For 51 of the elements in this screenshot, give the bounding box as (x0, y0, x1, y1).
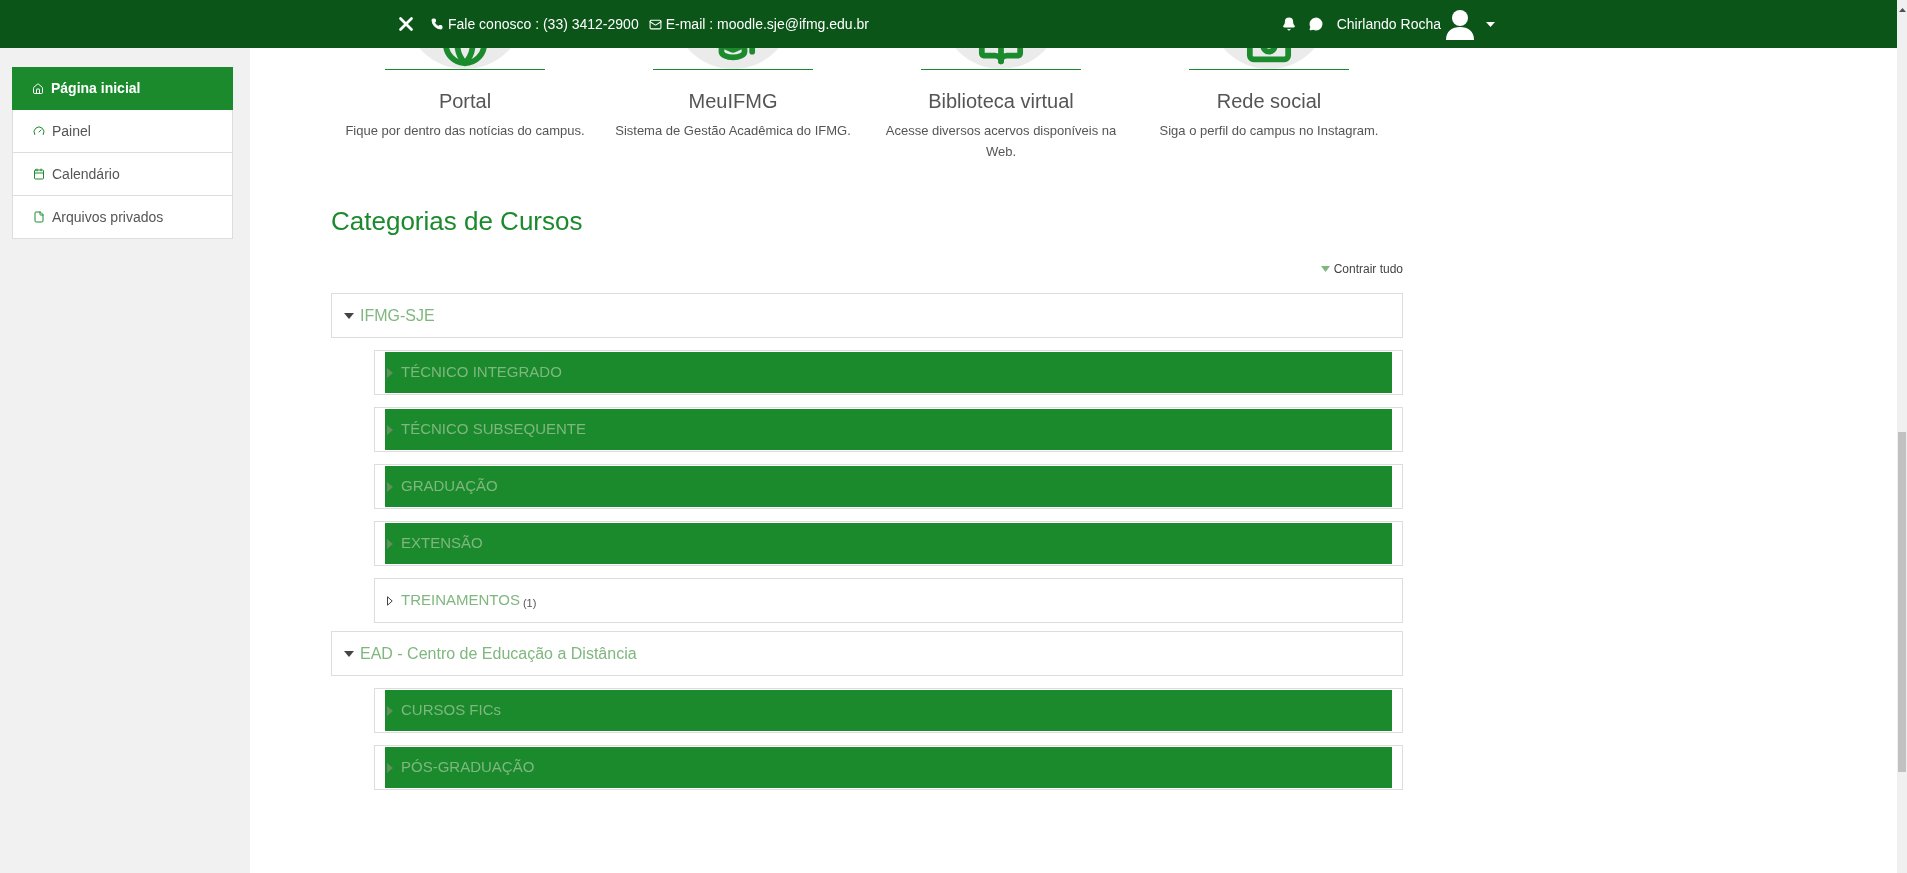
collapse-all-link[interactable]: Contrair tudo (1320, 260, 1403, 278)
subcategory-name: GRADUAÇÃO (401, 476, 498, 497)
scrollbar-thumb[interactable] (1898, 432, 1906, 772)
subcategory-name: EXTENSÃO (401, 533, 483, 554)
caret-down-icon (1320, 266, 1330, 272)
caret-down-icon (344, 650, 354, 657)
calendar-icon (33, 168, 45, 180)
contact-email: E-mail : moodle.sje@ifmg.edu.br (665, 14, 869, 34)
home-icon (32, 82, 44, 95)
gauge-icon (33, 125, 45, 137)
category-name: EAD - Centro de Educação a Distância (360, 643, 637, 664)
link-description: Acesse diversos acervos disponíveis na Web. (884, 122, 1118, 161)
course-count: (1) (522, 595, 537, 611)
scroll-up-arrow-icon[interactable] (1898, 8, 1906, 12)
caret-down-icon (344, 312, 354, 319)
avatar-icon[interactable] (1444, 8, 1476, 40)
link-description: Fique por dentro das notícias do campus. (344, 122, 586, 140)
contact-phone: Fale conosco : (33) 3412-2900 (448, 14, 639, 34)
link-description: Sistema de Gestão Acadêmica do IFMG. (614, 122, 852, 140)
section-heading: Categorias de Cursos (331, 205, 584, 238)
mail-icon (648, 17, 662, 31)
user-name[interactable]: Chirlando Rocha (1336, 13, 1441, 35)
link-title[interactable]: MeuIFMG (688, 86, 778, 116)
link-title[interactable]: Biblioteca virtual (928, 86, 1074, 116)
caret-right-icon (387, 595, 393, 606)
subcategory-name: CURSOS FICs (401, 700, 501, 721)
caret-right-icon (387, 424, 393, 435)
link-title[interactable]: Rede social (1216, 86, 1322, 116)
subcategory-name: TÉCNICO INTEGRADO (401, 362, 562, 383)
subcategory-name: TREINAMENTOS (401, 590, 520, 611)
chat-icon[interactable] (1308, 17, 1323, 31)
category-name: IFMG-SJE (360, 305, 435, 326)
caret-right-icon (387, 481, 393, 492)
sidebar-item[interactable]: Arquivos privados (12, 196, 233, 239)
phone-icon (431, 18, 443, 30)
subcategory-name: PÓS-GRADUAÇÃO (401, 757, 535, 778)
subcategory-row[interactable]: TREINAMENTOS (1) (374, 578, 1403, 623)
caret-right-icon (387, 705, 393, 716)
scrollbar[interactable] (1897, 0, 1907, 873)
link-description: Siga o perfil do campus no Instagram. (1158, 122, 1380, 140)
caret-right-icon (387, 367, 393, 378)
caret-down-icon[interactable] (1486, 21, 1495, 27)
subcategory-name: TÉCNICO SUBSEQUENTE (401, 419, 587, 440)
link-title[interactable]: Portal (438, 86, 492, 116)
file-icon (33, 211, 45, 223)
sidebar-item[interactable]: Painel (12, 110, 233, 153)
sidebar-item[interactable]: Calendário (12, 153, 233, 196)
notification-bell-icon[interactable] (1281, 17, 1296, 31)
caret-right-icon (387, 762, 393, 773)
sidebar-item[interactable]: Página inicial (12, 67, 233, 110)
caret-right-icon (387, 538, 393, 549)
